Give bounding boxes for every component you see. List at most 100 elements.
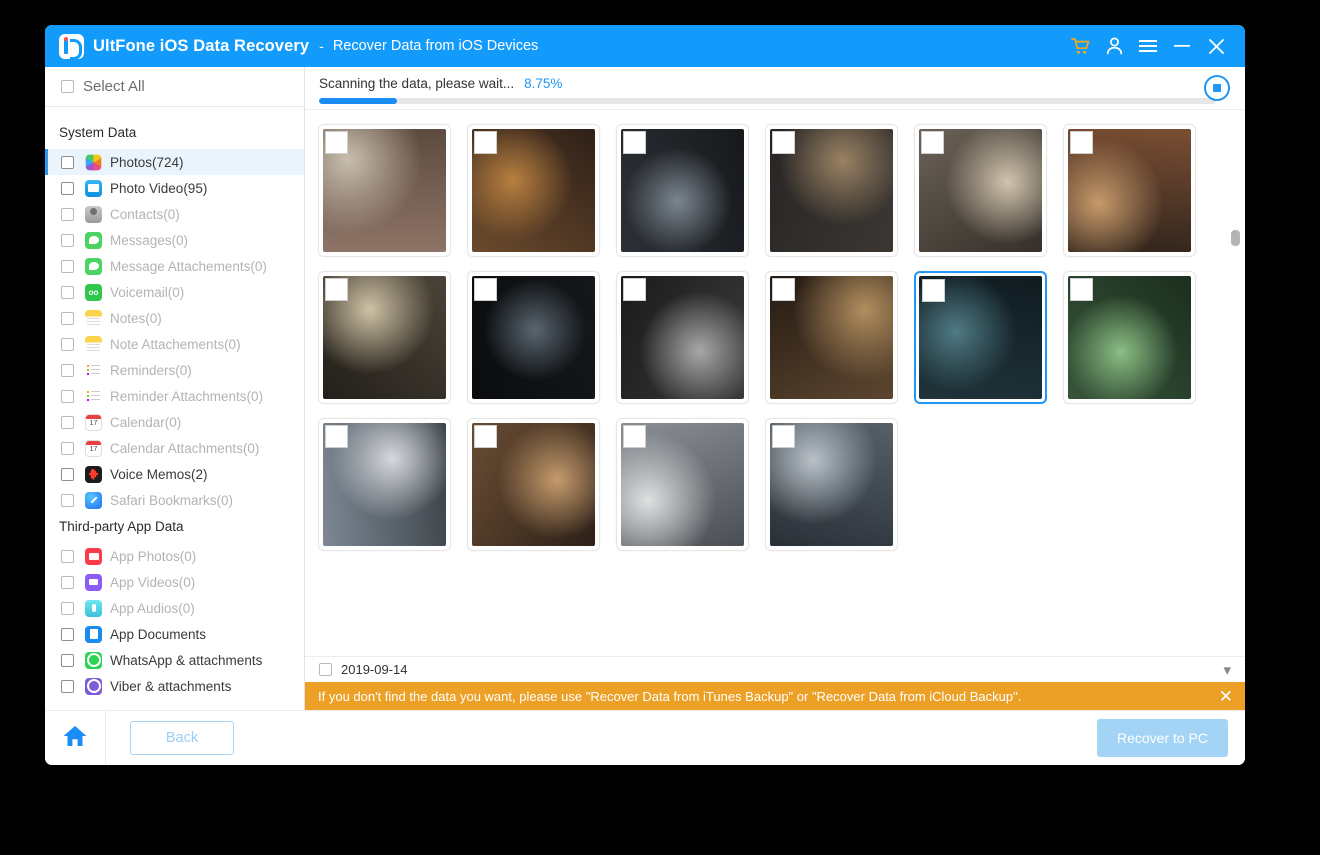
thumbnail-checkbox[interactable] [474,425,497,448]
sidebar-item-checkbox[interactable] [61,233,74,247]
thumbnail-item[interactable] [467,418,600,551]
thumbnail-checkbox[interactable] [772,131,795,154]
thumbnail-checkbox[interactable] [623,131,646,154]
sidebar-item-checkbox[interactable] [61,493,74,507]
sidebar-item[interactable]: App Documents [45,621,304,647]
sidebar-item-checkbox[interactable] [61,207,74,221]
thumbnail-item[interactable] [765,124,898,257]
sidebar-item[interactable]: Voice Memos(2) [45,461,304,487]
sidebar-item-checkbox[interactable] [61,627,74,641]
thumbnail-item[interactable] [765,271,898,404]
photos-icon [85,154,102,170]
sidebar-item-checkbox[interactable] [61,337,74,351]
sidebar-item[interactable]: Note Attachements(0) [45,331,304,357]
sidebar-item[interactable]: Reminders(0) [45,357,304,383]
sidebar-item-checkbox[interactable] [61,467,74,481]
calendar-icon [85,413,102,431]
sidebar-item[interactable]: App Videos(0) [45,569,304,595]
thumbnail-checkbox[interactable] [325,278,348,301]
sidebar-item-checkbox[interactable] [61,575,74,589]
sidebar-item-checkbox[interactable] [61,181,74,195]
sidebar-item[interactable]: App Audios(0) [45,595,304,621]
sidebar-item[interactable]: WhatsApp & attachments [45,647,304,673]
main-panel: Scanning the data, please wait... 8.75% … [305,67,1245,710]
thumbnail-grid [318,124,1228,551]
thumbnail-item[interactable] [616,418,749,551]
select-all-row[interactable]: Select All [45,67,304,107]
sidebar-item-checkbox[interactable] [61,259,74,273]
sidebar-item-checkbox[interactable] [61,679,74,693]
sidebar-item[interactable]: Calendar Attachments(0) [45,435,304,461]
thumbnail-grid-area [305,110,1245,656]
home-button[interactable] [45,711,106,765]
sidebar-item-checkbox[interactable] [61,285,74,299]
sidebar-item[interactable]: Messages(0) [45,227,304,253]
thumbnail-item[interactable] [1063,271,1196,404]
sidebar-item[interactable]: Reminder Attachments(0) [45,383,304,409]
chevron-down-icon[interactable]: ▾ [1223,661,1231,679]
sidebar-item-checkbox[interactable] [61,549,74,563]
sidebar-item-checkbox[interactable] [61,653,74,667]
recover-to-pc-button[interactable]: Recover to PC [1097,719,1228,757]
sidebar-item-label: Messages(0) [110,232,189,248]
sidebar-item[interactable]: Notes(0) [45,305,304,331]
sidebar-item-checkbox[interactable] [61,441,74,455]
stop-scan-button[interactable] [1204,75,1230,101]
thumbnail-item[interactable] [318,124,451,257]
sidebar-item-checkbox[interactable] [61,155,74,169]
sidebar-item[interactable]: Contacts(0) [45,201,304,227]
vertical-scrollbar[interactable] [1231,230,1240,246]
sidebar-item-checkbox[interactable] [61,311,74,325]
scan-percent: 8.75% [524,76,563,91]
thumbnail-checkbox[interactable] [325,425,348,448]
back-button[interactable]: Back [130,721,234,755]
sidebar-item[interactable]: Voicemail(0) [45,279,304,305]
sidebar-item-checkbox[interactable] [61,389,74,403]
menu-icon[interactable] [1131,30,1165,62]
sidebar-item[interactable]: Calendar(0) [45,409,304,435]
thumbnail-checkbox[interactable] [623,425,646,448]
thumbnail-item[interactable] [914,271,1047,404]
thumbnail-item[interactable] [616,271,749,404]
thumbnail-checkbox[interactable] [772,278,795,301]
date-group-checkbox[interactable] [319,663,332,676]
thumbnail-checkbox[interactable] [1070,278,1093,301]
scan-status-bar: Scanning the data, please wait... 8.75% [305,67,1245,110]
sidebar-item-checkbox[interactable] [61,363,74,377]
thumbnail-checkbox[interactable] [474,131,497,154]
thumbnail-item[interactable] [914,124,1047,257]
thumbnail-checkbox[interactable] [921,131,944,154]
thumbnail-item[interactable] [467,124,600,257]
sidebar-item[interactable]: Safari Bookmarks(0) [45,487,304,513]
sidebar-item[interactable]: Message Attachements(0) [45,253,304,279]
close-icon[interactable] [1199,30,1233,62]
minimize-icon[interactable] [1165,30,1199,62]
sidebar-item[interactable]: Viber & attachments [45,673,304,699]
thumbnail-checkbox[interactable] [922,279,945,302]
app-photos-icon [85,547,102,565]
app-audios-icon [85,599,102,617]
close-icon[interactable]: ✕ [1219,688,1233,705]
cart-icon[interactable] [1063,30,1097,62]
thumbnail-checkbox[interactable] [325,131,348,154]
thumbnail-item[interactable] [318,418,451,551]
sidebar-item[interactable]: Photo Video(95) [45,175,304,201]
app-logo-icon [59,33,84,60]
thumbnail-item[interactable] [765,418,898,551]
thumbnail-checkbox[interactable] [623,278,646,301]
thumbnail-item[interactable] [1063,124,1196,257]
thumbnail-item[interactable] [318,271,451,404]
thumbnail-checkbox[interactable] [1070,131,1093,154]
date-group-row[interactable]: 2019-09-14 ▾ [305,656,1245,682]
thumbnail-item[interactable] [467,271,600,404]
sidebar-item[interactable]: Photos(724) [45,149,304,175]
select-all-checkbox[interactable] [61,80,74,93]
sidebar-item-label: App Videos(0) [110,574,196,590]
thumbnail-item[interactable] [616,124,749,257]
sidebar-item[interactable]: App Photos(0) [45,543,304,569]
sidebar-item-checkbox[interactable] [61,601,74,615]
thumbnail-checkbox[interactable] [772,425,795,448]
sidebar-item-checkbox[interactable] [61,415,74,429]
thumbnail-checkbox[interactable] [474,278,497,301]
account-icon[interactable] [1097,30,1131,62]
